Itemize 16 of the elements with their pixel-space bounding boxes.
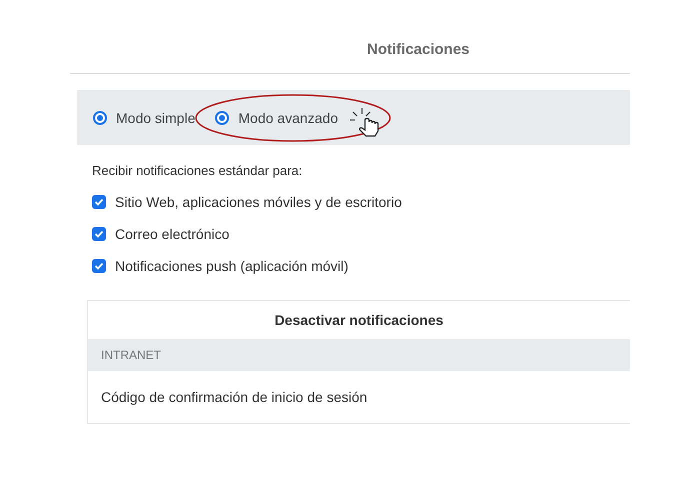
radio-label[interactable]: Modo simple xyxy=(116,110,196,126)
table-heading: Desactivar notificaciones xyxy=(274,311,444,330)
checkbox-label[interactable]: Sitio Web, aplicaciones móviles y de escritorio xyxy=(115,194,402,210)
checkbox[interactable] xyxy=(92,259,106,273)
checkbox[interactable] xyxy=(92,195,106,209)
section-label: Recibir notificaciones estándar para: xyxy=(92,163,304,178)
page-title: Notificaciones xyxy=(367,41,470,59)
table-row[interactable]: Código de confirmación de inicio de sesión xyxy=(88,371,630,423)
checkbox-label[interactable]: Correo electrónico xyxy=(115,226,230,242)
radio-button[interactable] xyxy=(93,110,107,124)
hand-cursor-icon xyxy=(350,107,379,136)
radio-button[interactable] xyxy=(215,110,230,124)
checkbox[interactable] xyxy=(92,227,106,241)
checkbox-label[interactable]: Notificaciones push (aplicación móvil) xyxy=(115,258,348,274)
radio-label[interactable]: Modo avanzado xyxy=(238,110,338,126)
section-header: INTRANET xyxy=(88,339,630,371)
